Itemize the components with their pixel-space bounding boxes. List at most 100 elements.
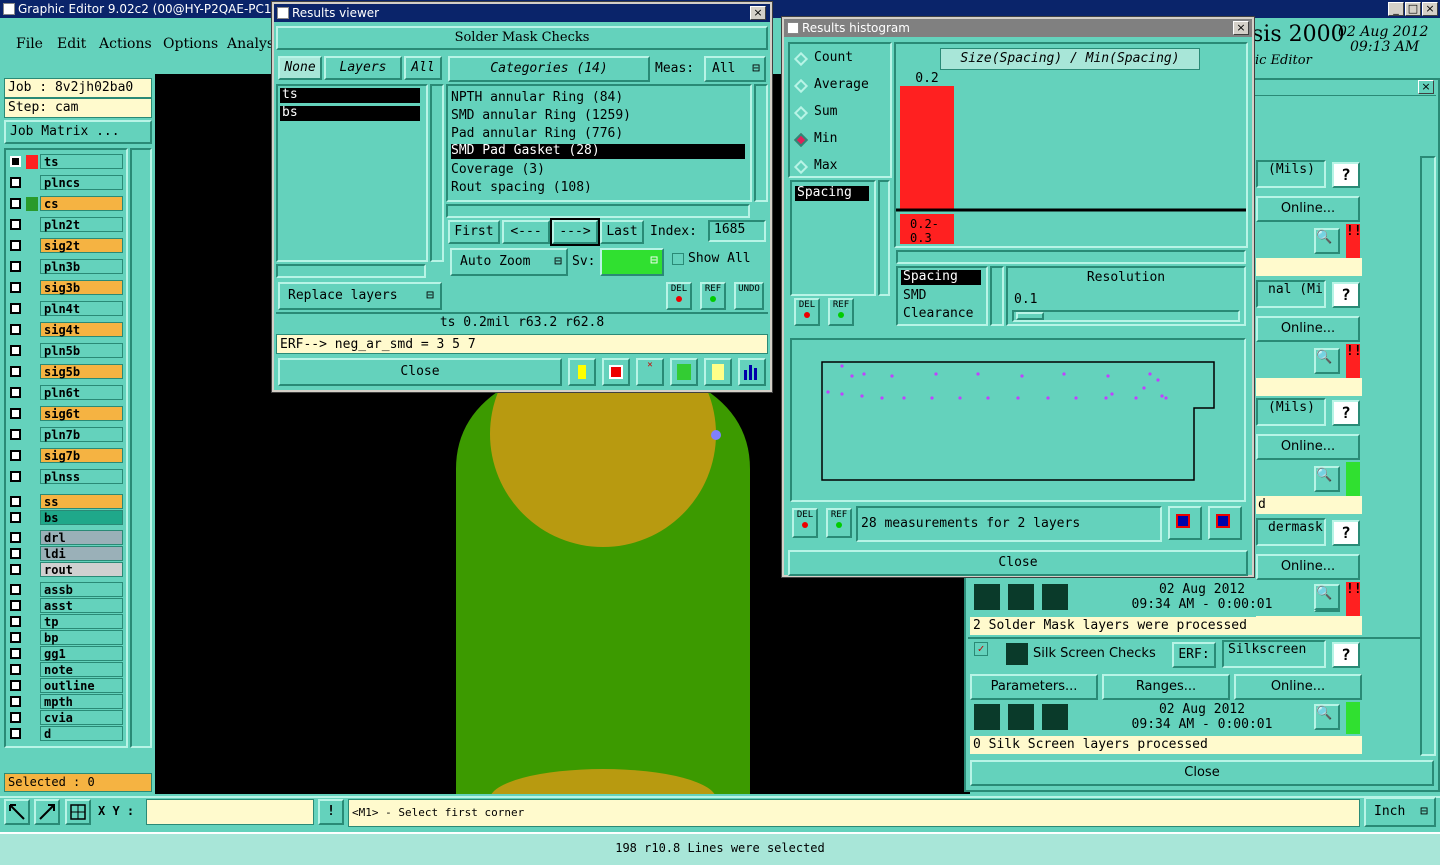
online-button[interactable]: Online... [1256,554,1360,580]
half-icon[interactable] [670,358,698,386]
unit-field[interactable]: nal (Mi [1256,280,1326,308]
layer-checkbox[interactable] [10,680,21,691]
help-button[interactable]: ? [1332,520,1360,546]
report-icon[interactable] [602,358,630,386]
layer-item-assb[interactable]: assb [40,582,123,597]
layer-color-swatch[interactable] [26,155,38,169]
hist-ref-button[interactable]: REF [828,298,854,326]
notes-icon[interactable] [704,358,732,386]
stop-icon[interactable] [1042,704,1068,730]
layer-item-pln7b[interactable]: pln7b [40,427,123,442]
layer-checkbox[interactable] [10,261,21,272]
layer-item-cvia[interactable]: cvia [40,710,123,725]
help-button[interactable]: ? [1332,282,1360,308]
hist-hscroll[interactable] [896,250,1246,264]
layer-checkbox[interactable] [10,664,21,675]
zoom-icon[interactable]: 🔍 [1314,348,1340,374]
bin-param-scrollbar[interactable] [990,266,1004,326]
layer-list-scrollbar[interactable] [130,148,152,748]
menu-analysis[interactable]: Analys [227,36,274,52]
grid-icon[interactable] [65,799,91,825]
hist-close-button[interactable]: Close [788,550,1248,576]
layer-checkbox[interactable] [10,177,21,188]
resolution-slider[interactable] [1012,310,1240,322]
analysis-close-icon[interactable]: × [1418,80,1434,94]
layer-item-cs[interactable]: cs [40,196,123,211]
units-select[interactable]: Inch ⊟ [1364,797,1436,827]
menu-options[interactable]: Options [163,36,218,52]
run-all-icon[interactable] [1008,584,1034,610]
rv-layer-scrollbar[interactable] [430,84,444,262]
alert-icon[interactable]: ! [318,799,344,825]
bin-param-item[interactable]: Clearance [903,306,973,321]
ref-button[interactable]: REF [700,282,726,310]
next-button[interactable]: ---> [550,218,600,246]
layer-item-mpth[interactable]: mpth [40,694,123,709]
measure-icon[interactable] [34,799,60,825]
layer-checkbox[interactable] [10,564,21,575]
run-icon[interactable] [974,584,1000,610]
none-button[interactable]: None [278,56,322,80]
auto-zoom-select[interactable]: Auto Zoom ⊟ [450,248,568,276]
layer-item-pln3b[interactable]: pln3b [40,259,123,274]
replace-layers-button[interactable]: Replace layers ⊟ [278,282,442,310]
layer-item-tp[interactable]: tp [40,614,123,629]
bin-param-item[interactable]: SMD [903,288,926,303]
analysis-scrollbar[interactable] [1420,156,1436,756]
layer-item-sig7b[interactable]: sig7b [40,448,123,463]
prev-button[interactable]: <--- [502,220,550,244]
layer-checkbox[interactable] [10,408,21,419]
menu-edit[interactable]: Edit [57,36,86,52]
category-hscroll[interactable] [446,204,750,218]
category-scrollbar[interactable] [754,84,768,202]
minimize-icon[interactable]: _ [1388,2,1404,16]
all-layers-button[interactable]: All [404,56,442,80]
silk-online-button[interactable]: Online... [1234,674,1362,700]
erf-off-icon[interactable]: ✕ [636,358,664,386]
help-button[interactable]: ? [1332,400,1360,426]
layer-checkbox[interactable] [10,496,21,507]
ranges-button[interactable]: Ranges... [1102,674,1230,700]
layer-item-bs[interactable]: bs [40,510,123,525]
silk-checkbox[interactable]: ✓ [974,642,988,656]
highlight-icon[interactable] [568,358,596,386]
layer-item-outline[interactable]: outline [40,678,123,693]
categories-button[interactable]: Categories (14) [448,56,650,82]
online-button[interactable]: Online... [1256,434,1360,460]
erf-input[interactable]: Silkscreen [1222,640,1326,668]
silk-help-button[interactable]: ? [1332,642,1360,668]
category-item[interactable]: SMD annular Ring (1259) [451,108,747,125]
category-item-selected[interactable]: SMD Pad Gasket (28) [451,144,745,159]
layer-item-note[interactable]: note [40,662,123,677]
zoom-fit-icon[interactable] [4,799,30,825]
undo-button[interactable]: UNDO [734,282,764,310]
histogram-bar[interactable] [900,86,954,210]
show-all-checkbox[interactable] [672,253,684,265]
layer-checkbox[interactable] [10,156,21,167]
layer-item-rout[interactable]: rout [40,562,123,577]
first-button[interactable]: First [448,220,500,244]
layer-item-pln5b[interactable]: pln5b [40,343,123,358]
results-viewer-close-icon[interactable]: × [750,6,766,20]
help-button[interactable]: ? [1332,162,1360,188]
zoom-icon[interactable]: 🔍 [1314,466,1340,492]
layer-checkbox[interactable] [10,616,21,627]
hist-del-button[interactable]: DEL [794,298,820,326]
layer-checkbox[interactable] [10,471,21,482]
layer-checkbox[interactable] [10,712,21,723]
layer-checkbox[interactable] [10,303,21,314]
layer-item-sig2t[interactable]: sig2t [40,238,123,253]
layer-color-swatch[interactable] [26,197,38,211]
category-item[interactable]: Coverage (3) [451,162,747,179]
layer-checkbox[interactable] [10,366,21,377]
unit-field[interactable]: dermask [1256,518,1326,546]
histogram-icon[interactable] [738,358,766,386]
parameters-button[interactable]: Parameters... [970,674,1098,700]
last-button[interactable]: Last [600,220,644,244]
layer-checkbox[interactable] [10,429,21,440]
rv-layer-item[interactable]: bs [280,106,420,121]
del-button[interactable]: DEL [666,282,692,310]
sv-select[interactable]: ⊟ [600,248,664,276]
layer-checkbox[interactable] [10,387,21,398]
layer-checkbox[interactable] [10,648,21,659]
